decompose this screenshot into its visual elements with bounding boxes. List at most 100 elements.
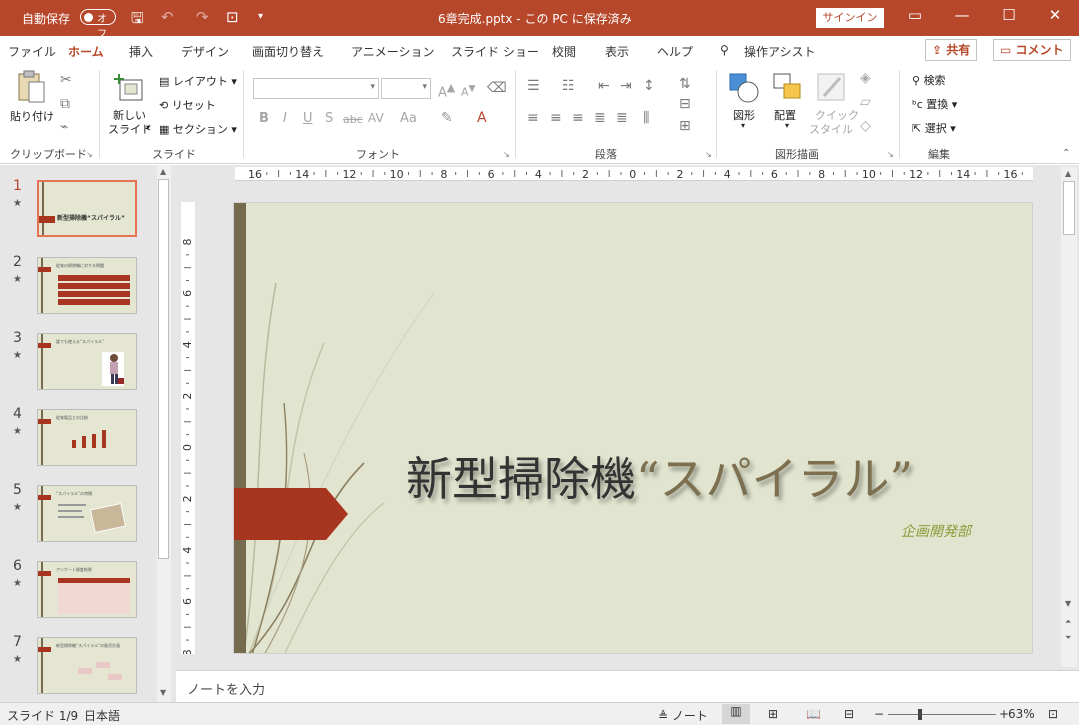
text-direction-icon[interactable]: ⇅: [679, 76, 691, 92]
language-indicator[interactable]: 日本語: [84, 707, 120, 724]
slide-thumbnail-7[interactable]: 新型掃除機“スパイラル”の販売計画: [37, 637, 137, 694]
align-text-icon[interactable]: ⊟: [679, 96, 691, 112]
scroll-up-icon[interactable]: ▲: [1065, 169, 1071, 178]
collapse-ribbon-icon[interactable]: ⌃: [1062, 148, 1070, 159]
section-button[interactable]: ▦ セクション ▾: [159, 121, 237, 137]
tell-me-input[interactable]: 操作アシスト: [744, 43, 816, 60]
slide-thumbnail-4[interactable]: 従来製品との比較: [37, 409, 137, 466]
tab-animations[interactable]: アニメーション: [351, 43, 435, 60]
zoom-slider-knob[interactable]: [917, 709, 922, 720]
scroll-up-icon[interactable]: ▲: [160, 167, 166, 176]
slide-thumbnail-1[interactable]: 新型掃除機“スパイラル”: [37, 180, 137, 237]
redo-icon[interactable]: ↷: [196, 8, 209, 26]
fit-to-window-icon[interactable]: ⊡: [1048, 707, 1058, 721]
zoom-level[interactable]: 63%: [1008, 707, 1035, 721]
undo-icon[interactable]: ↶: [161, 8, 174, 26]
editor-scrollbar[interactable]: ▲ ▼ ⏶ ⏷: [1061, 167, 1077, 667]
presentation-icon[interactable]: ⊡: [226, 8, 239, 26]
scrollbar-thumb[interactable]: [1063, 181, 1075, 235]
italic-button[interactable]: I: [283, 111, 287, 126]
bold-button[interactable]: B: [259, 111, 269, 126]
tab-view[interactable]: 表示: [605, 43, 629, 60]
font-color-icon[interactable]: A: [477, 110, 487, 126]
tab-slideshow[interactable]: スライド ショー: [451, 43, 539, 60]
notes-toggle-button[interactable]: ≜ ノート: [658, 707, 708, 724]
reset-button[interactable]: ⟲ リセット: [159, 97, 216, 113]
share-button[interactable]: ⇪ 共有: [925, 39, 978, 61]
autosave-toggle[interactable]: オフ: [80, 9, 116, 40]
line-spacing-icon[interactable]: ↕: [643, 78, 655, 94]
find-button[interactable]: ⚲ 検索: [912, 72, 946, 88]
strikethrough-button[interactable]: abc: [343, 113, 363, 126]
slide-thumbnail-6[interactable]: アンケート調査結果: [37, 561, 137, 618]
scrollbar-thumb[interactable]: [158, 179, 169, 559]
align-center-icon[interactable]: ≡: [550, 110, 562, 126]
zoom-out-icon[interactable]: −: [874, 707, 884, 721]
paragraph-launcher-icon[interactable]: ↘: [705, 150, 712, 159]
clipboard-launcher-icon[interactable]: ↘: [86, 150, 93, 159]
columns-icon[interactable]: ⫼: [643, 110, 649, 126]
shadow-button[interactable]: S: [325, 111, 333, 126]
tab-home[interactable]: ホーム: [68, 43, 104, 66]
chevron-down-icon[interactable]: ▾: [785, 121, 789, 130]
slide-thumbnail-2[interactable]: 従来の掃除機に対する問題: [37, 257, 137, 314]
font-name-combo[interactable]: ▾: [253, 78, 379, 99]
layout-button[interactable]: ▤ レイアウト ▾: [159, 73, 237, 89]
slide-title[interactable]: 新型掃除機“スパイラル”: [406, 443, 913, 509]
ribbon-display-icon[interactable]: ▭: [900, 6, 930, 24]
comment-button[interactable]: ▭ コメント: [993, 39, 1071, 61]
customize-qat-icon[interactable]: ▾: [258, 11, 263, 22]
previous-slide-icon[interactable]: ⏶: [1065, 617, 1071, 627]
horizontal-ruler[interactable]: 16 14 12 10 8 6 4 2 0 2 4 6 8 10 12 14 16: [235, 167, 1033, 181]
indent-increase-icon[interactable]: ⇥: [620, 78, 632, 94]
tab-insert[interactable]: 挿入: [129, 43, 153, 60]
tab-help[interactable]: ヘルプ: [657, 43, 693, 60]
shrink-font-icon[interactable]: A▼: [461, 83, 476, 99]
shape-fill-icon[interactable]: ◈: [860, 70, 871, 86]
tab-transitions[interactable]: 画面切り替え: [252, 43, 324, 60]
maximize-icon[interactable]: ☐: [994, 6, 1024, 24]
chevron-down-icon[interactable]: ▾: [741, 121, 745, 130]
minimize-icon[interactable]: —: [947, 6, 977, 24]
normal-view-icon[interactable]: ▥: [722, 704, 750, 724]
shape-effects-icon[interactable]: ◇: [860, 118, 871, 134]
char-spacing-button[interactable]: AV: [368, 111, 384, 125]
paste-label[interactable]: 貼り付け: [10, 108, 54, 124]
slideshow-icon[interactable]: ⊟: [844, 707, 854, 721]
bullets-icon[interactable]: ☰: [527, 78, 540, 94]
reading-view-icon[interactable]: 📖: [806, 707, 821, 721]
current-slide[interactable]: 新型掃除機“スパイラル” 企画開発部: [233, 202, 1033, 654]
clear-format-icon[interactable]: ⌫: [487, 80, 507, 96]
quick-styles-label-2[interactable]: スタイル: [809, 121, 853, 137]
smartart-icon[interactable]: ⊞: [679, 118, 691, 134]
indent-decrease-icon[interactable]: ⇤: [598, 78, 610, 94]
grow-font-icon[interactable]: A▲: [438, 81, 455, 100]
paste-button[interactable]: [16, 70, 46, 104]
slide-subtitle[interactable]: 企画開発部: [901, 521, 971, 541]
shapes-icon[interactable]: [728, 72, 760, 104]
cut-icon[interactable]: ✂: [60, 72, 72, 88]
font-size-combo[interactable]: ▾: [381, 78, 431, 99]
tab-review[interactable]: 校閲: [552, 43, 576, 60]
close-icon[interactable]: ✕: [1040, 6, 1070, 24]
align-left-icon[interactable]: ≡: [527, 110, 539, 126]
font-launcher-icon[interactable]: ↘: [503, 150, 510, 159]
slide-thumbnail-5[interactable]: “スパイラル”の特徴: [37, 485, 137, 542]
tab-design[interactable]: デザイン: [181, 43, 229, 60]
justify-icon[interactable]: ≣: [594, 110, 606, 126]
quick-styles-icon[interactable]: [816, 72, 848, 104]
change-case-button[interactable]: Aa: [400, 111, 417, 126]
scroll-down-icon[interactable]: ▼: [160, 688, 166, 697]
arrange-icon[interactable]: [772, 72, 804, 104]
thumbnail-scrollbar[interactable]: ▲ ▼: [157, 165, 171, 702]
align-right-icon[interactable]: ≡: [572, 110, 584, 126]
scroll-down-icon[interactable]: ▼: [1065, 599, 1071, 608]
copy-icon[interactable]: ⧉: [60, 96, 70, 112]
drawing-launcher-icon[interactable]: ↘: [887, 150, 894, 159]
save-icon[interactable]: 🖫: [131, 8, 144, 33]
distribute-icon[interactable]: ≣: [616, 110, 628, 126]
replace-button[interactable]: ᵇc 置換 ▾: [912, 96, 957, 112]
notes-placeholder[interactable]: ノートを入力: [187, 679, 265, 698]
numbering-icon[interactable]: ☷: [562, 78, 575, 94]
select-button[interactable]: ⇱ 選択 ▾: [912, 120, 956, 136]
